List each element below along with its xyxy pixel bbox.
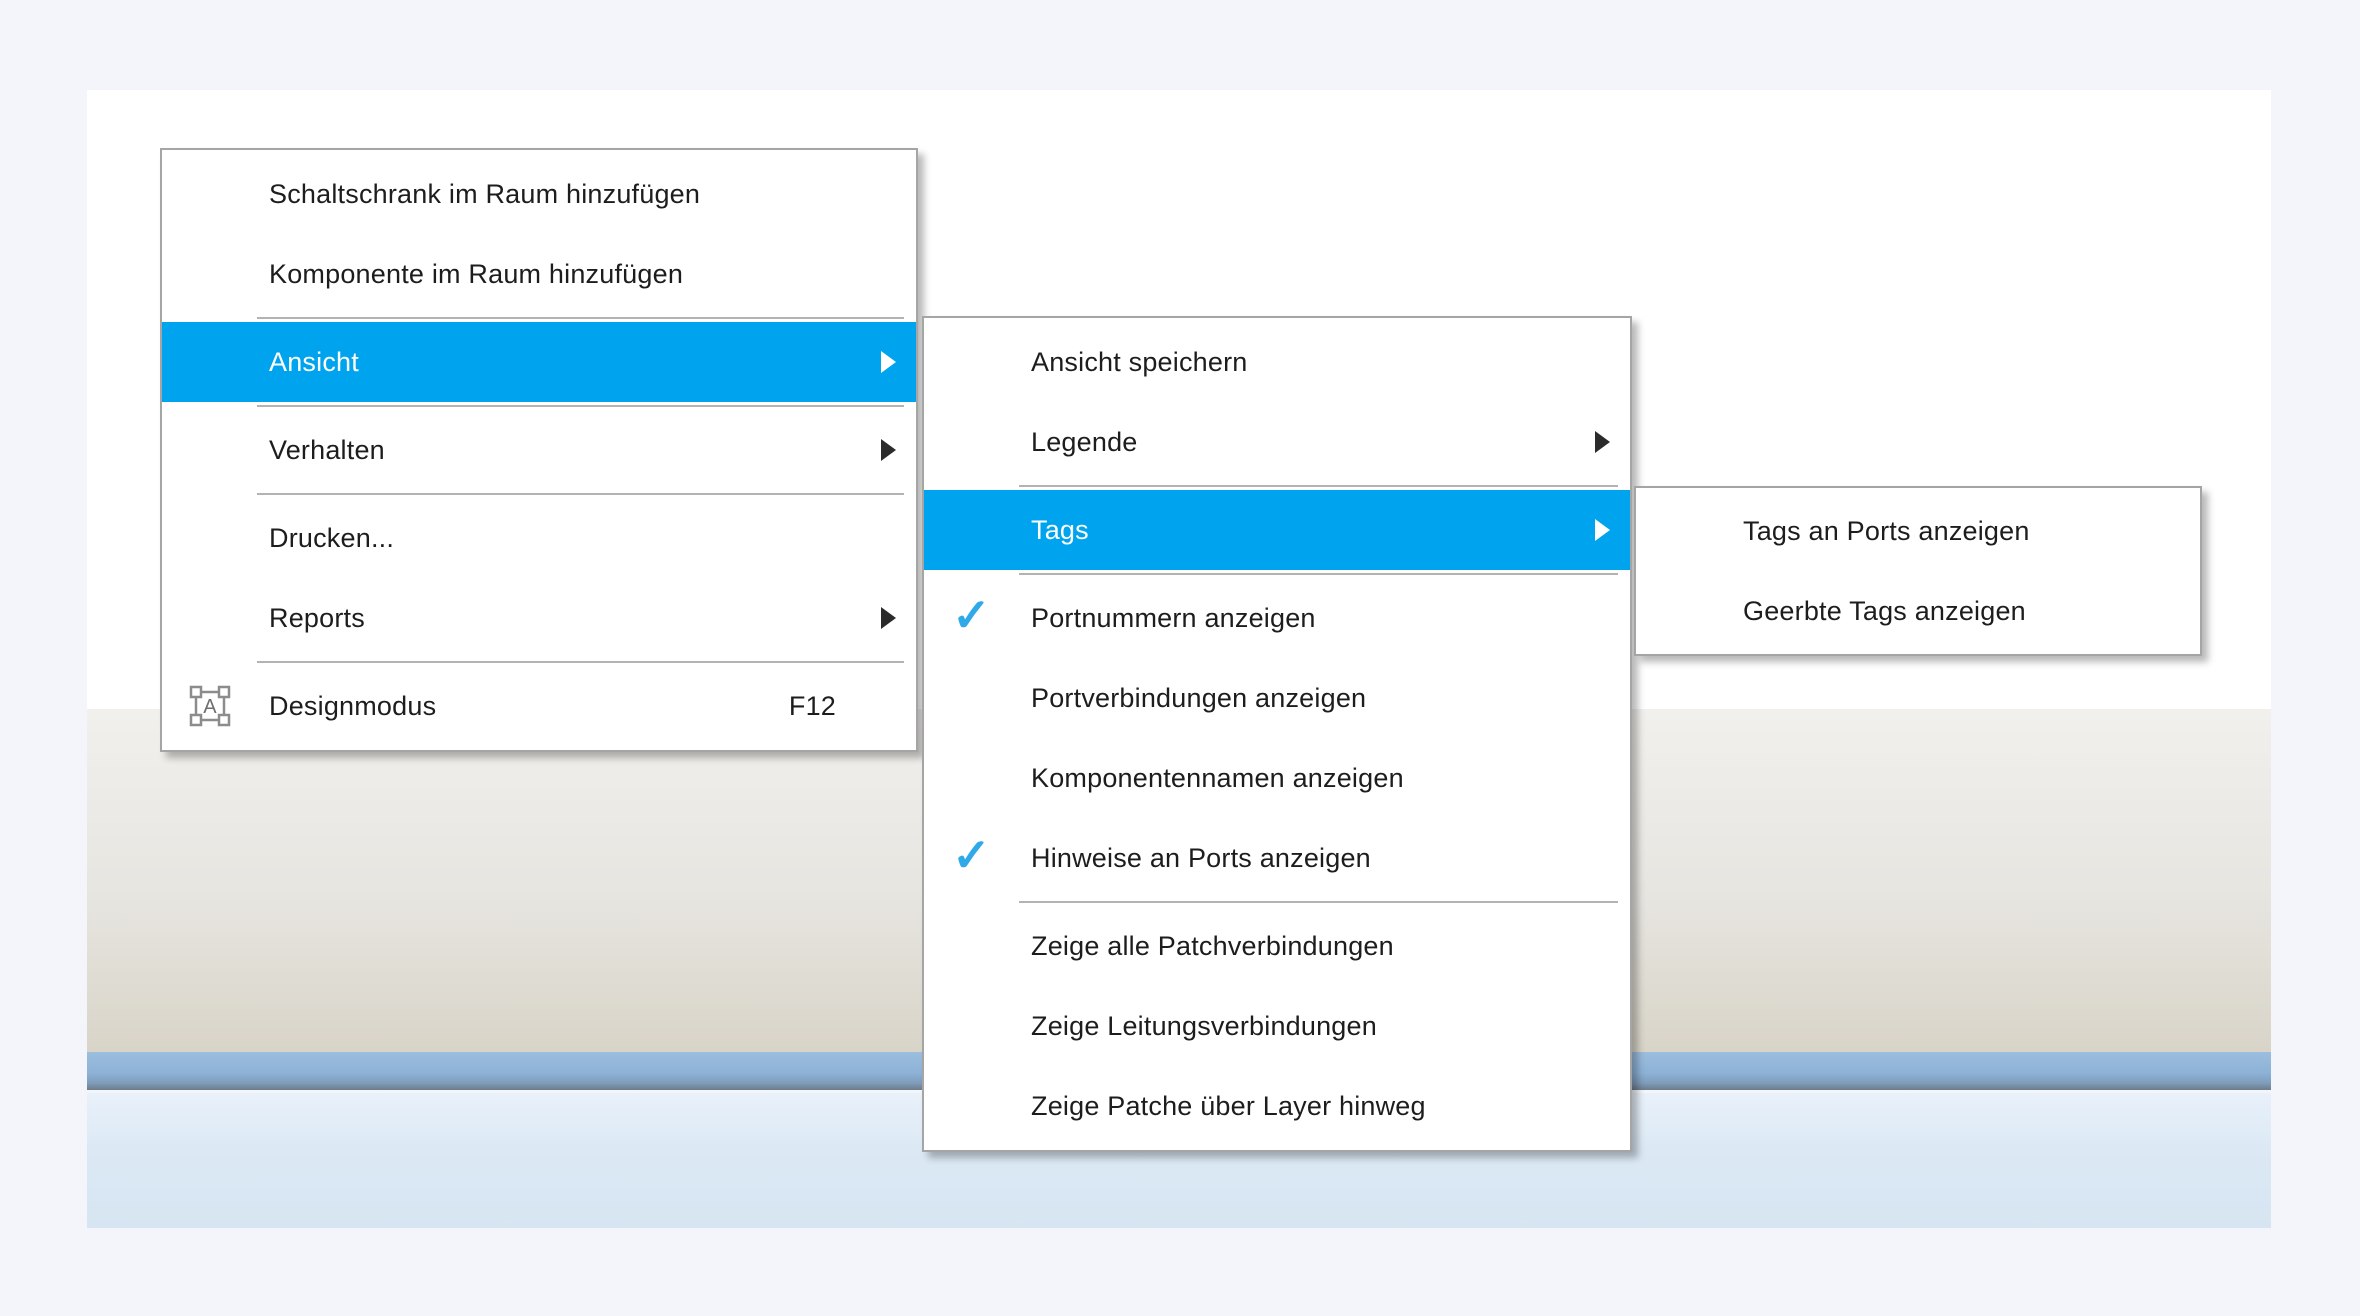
- menu-item-ansicht[interactable]: Ansicht: [162, 322, 916, 402]
- tags-submenu: Tags an Ports anzeigen Geerbte Tags anze…: [1634, 486, 2202, 656]
- context-menu: Schaltschrank im Raum hinzufügen Kompone…: [160, 148, 918, 752]
- svg-text:A: A: [203, 696, 217, 718]
- check-icon: ✓: [952, 592, 991, 638]
- submenu-arrow-icon: [881, 607, 896, 629]
- menu-separator: [1019, 901, 1618, 903]
- menu-separator: [257, 317, 904, 319]
- menu-item-label: Ansicht speichern: [1031, 347, 1248, 378]
- menu-item-designmodus[interactable]: A Designmodus F12: [162, 666, 916, 746]
- menu-item-label: Designmodus: [269, 691, 436, 722]
- menu-item-label: Portverbindungen anzeigen: [1031, 683, 1366, 714]
- menu-item-komponentennamen-anzeigen[interactable]: Komponentennamen anzeigen: [924, 738, 1630, 818]
- menu-item-label: Schaltschrank im Raum hinzufügen: [269, 179, 700, 210]
- menu-item-portverbindungen-anzeigen[interactable]: Portverbindungen anzeigen: [924, 658, 1630, 738]
- menu-item-label: Ansicht: [269, 347, 359, 378]
- menu-item-hinweise-an-ports-anzeigen[interactable]: ✓ Hinweise an Ports anzeigen: [924, 818, 1630, 898]
- menu-item-shortcut: F12: [789, 691, 836, 722]
- menu-item-zeige-alle-patchverbindungen[interactable]: Zeige alle Patchverbindungen: [924, 906, 1630, 986]
- menu-item-add-cabinet[interactable]: Schaltschrank im Raum hinzufügen: [162, 154, 916, 234]
- menu-item-label: Drucken...: [269, 523, 394, 554]
- menu-item-label: Komponentennamen anzeigen: [1031, 763, 1404, 794]
- menu-item-verhalten[interactable]: Verhalten: [162, 410, 916, 490]
- submenu-arrow-icon: [1595, 519, 1610, 541]
- design-mode-icon: A: [184, 682, 236, 730]
- menu-separator: [1019, 485, 1618, 487]
- menu-separator: [257, 405, 904, 407]
- menu-item-zeige-patche-ueber-layer[interactable]: Zeige Patche über Layer hinweg: [924, 1066, 1630, 1146]
- menu-item-label: Legende: [1031, 427, 1138, 458]
- menu-item-label: Komponente im Raum hinzufügen: [269, 259, 683, 290]
- menu-item-ansicht-speichern[interactable]: Ansicht speichern: [924, 322, 1630, 402]
- submenu-arrow-icon: [1595, 431, 1610, 453]
- menu-item-tags[interactable]: Tags: [924, 490, 1630, 570]
- menu-item-label: Verhalten: [269, 435, 385, 466]
- menu-item-label: Tags an Ports anzeigen: [1743, 516, 2030, 547]
- menu-item-label: Hinweise an Ports anzeigen: [1031, 843, 1371, 874]
- menu-item-add-component[interactable]: Komponente im Raum hinzufügen: [162, 234, 916, 314]
- menu-item-tags-an-ports-anzeigen[interactable]: Tags an Ports anzeigen: [1636, 491, 2200, 571]
- menu-item-label: Geerbte Tags anzeigen: [1743, 596, 2026, 627]
- menu-item-label: Reports: [269, 603, 365, 634]
- menu-item-geerbte-tags-anzeigen[interactable]: Geerbte Tags anzeigen: [1636, 571, 2200, 651]
- submenu-arrow-icon: [881, 439, 896, 461]
- menu-item-label: Portnummern anzeigen: [1031, 603, 1316, 634]
- menu-item-label: Zeige Leitungsverbindungen: [1031, 1011, 1377, 1042]
- menu-item-zeige-leitungsverbindungen[interactable]: Zeige Leitungsverbindungen: [924, 986, 1630, 1066]
- menu-item-reports[interactable]: Reports: [162, 578, 916, 658]
- menu-separator: [257, 661, 904, 663]
- menu-separator: [257, 493, 904, 495]
- submenu-arrow-icon: [881, 351, 896, 373]
- menu-separator: [1019, 573, 1618, 575]
- check-icon: ✓: [952, 832, 991, 878]
- menu-item-legende[interactable]: Legende: [924, 402, 1630, 482]
- menu-item-label: Zeige Patche über Layer hinweg: [1031, 1091, 1426, 1122]
- menu-item-label: Tags: [1031, 515, 1089, 546]
- menu-item-portnummern-anzeigen[interactable]: ✓ Portnummern anzeigen: [924, 578, 1630, 658]
- ansicht-submenu: Ansicht speichern Legende Tags ✓ Portnum…: [922, 316, 1632, 1152]
- menu-item-drucken[interactable]: Drucken...: [162, 498, 916, 578]
- menu-item-label: Zeige alle Patchverbindungen: [1031, 931, 1394, 962]
